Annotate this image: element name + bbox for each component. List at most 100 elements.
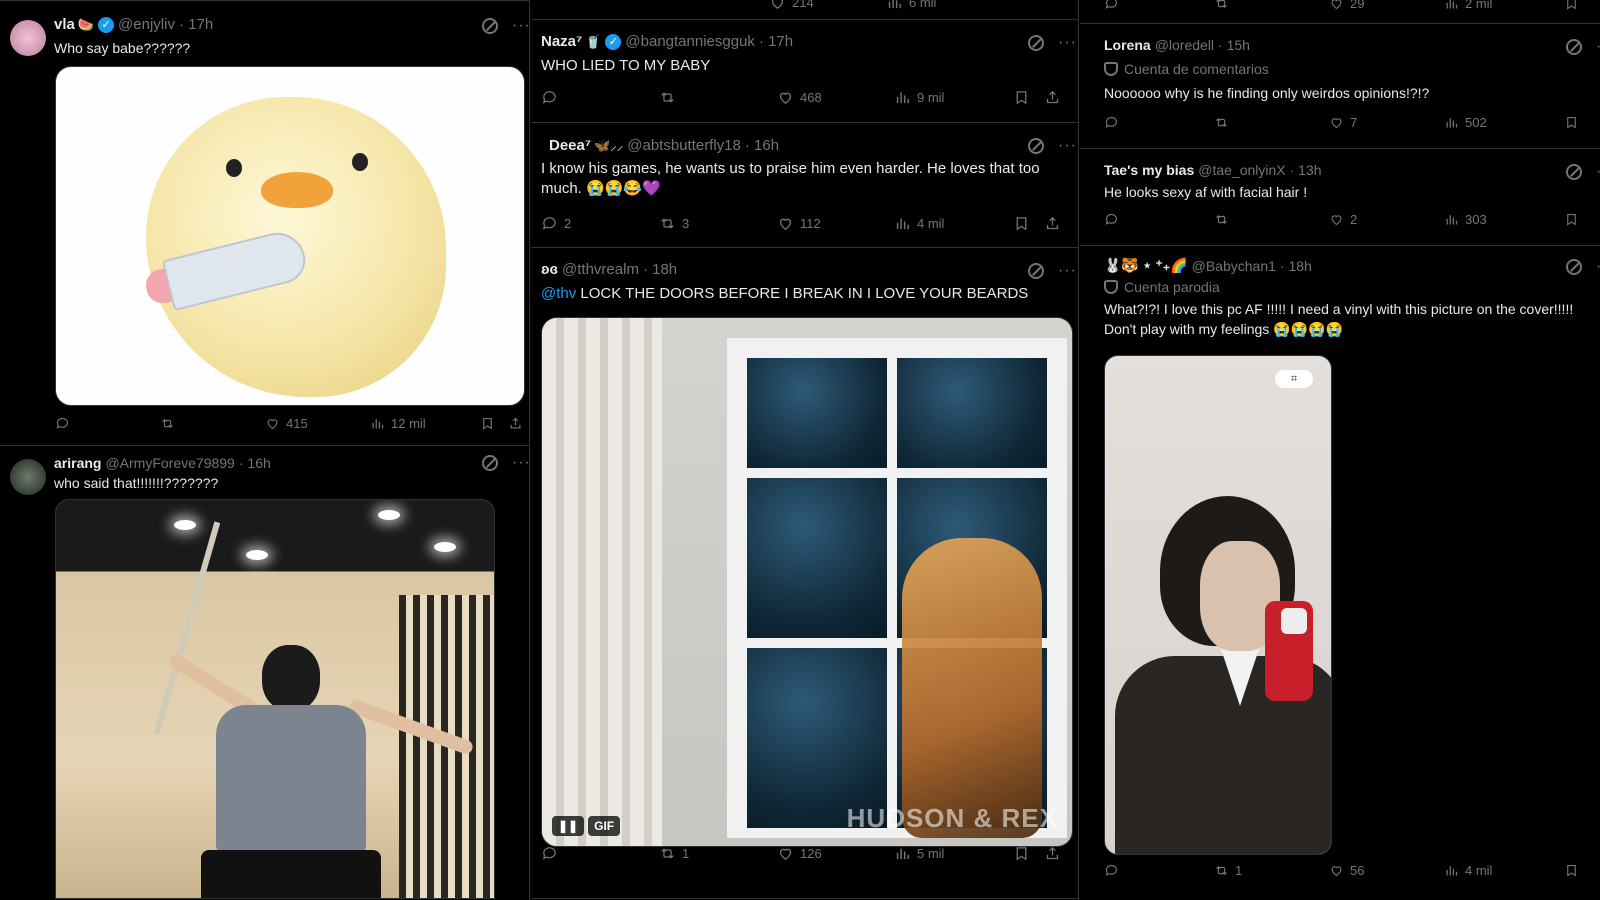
- grok-icon[interactable]: [1566, 259, 1582, 275]
- like-button[interactable]: 468: [777, 89, 822, 106]
- tweet[interactable]: arirang @ArmyForeve79899 · 16h ··· who s…: [0, 447, 529, 900]
- timestamp[interactable]: · 18h: [643, 261, 677, 278]
- display-name[interactable]: Tae's my bias: [1104, 162, 1194, 178]
- handle[interactable]: @tae_onlyinX: [1198, 162, 1285, 178]
- repost-button[interactable]: [1214, 0, 1235, 11]
- reply-button[interactable]: [1104, 212, 1125, 227]
- more-icon[interactable]: ·: [1596, 164, 1600, 180]
- like-button[interactable]: 7: [1329, 115, 1357, 130]
- tweet[interactable]: Deea⁷ 🦋⸝⸝ @abtsbutterfly18 · 16h ··· I k…: [531, 124, 1078, 248]
- more-icon[interactable]: ···: [1058, 35, 1077, 51]
- more-icon[interactable]: ···: [512, 18, 529, 34]
- views-button[interactable]: 6 mil: [886, 0, 936, 11]
- repost-button[interactable]: 1: [1214, 863, 1242, 878]
- reply-button[interactable]: [541, 845, 564, 862]
- display-name[interactable]: ʚɞ: [541, 261, 558, 278]
- more-icon[interactable]: ···: [512, 455, 529, 471]
- repost-button[interactable]: 3: [659, 215, 689, 232]
- like-button[interactable]: 415: [265, 416, 308, 431]
- mention-link[interactable]: @thv: [541, 285, 576, 302]
- avatar[interactable]: [10, 459, 46, 495]
- grok-icon[interactable]: [1566, 164, 1582, 180]
- bookmark-button[interactable]: [1564, 212, 1585, 227]
- tweet-partial[interactable]: 29 2 mil: [1080, 0, 1600, 24]
- like-button[interactable]: 112: [777, 215, 821, 232]
- bookmark-button[interactable]: [1013, 89, 1036, 106]
- display-name[interactable]: vla: [54, 16, 75, 33]
- grok-icon[interactable]: [1028, 138, 1044, 154]
- reply-button[interactable]: [1104, 115, 1125, 130]
- like-button[interactable]: 29: [1329, 0, 1364, 11]
- bookmark-button[interactable]: [1564, 863, 1585, 878]
- crop-icon[interactable]: ⌗: [1275, 370, 1313, 388]
- views-button[interactable]: 4 mil: [1444, 863, 1492, 878]
- share-button[interactable]: [1044, 845, 1067, 862]
- views-button[interactable]: 4 mil: [894, 215, 944, 232]
- handle[interactable]: @loredell: [1155, 37, 1214, 53]
- tweet-image[interactable]: [55, 66, 525, 406]
- display-name[interactable]: Naza⁷: [541, 33, 582, 50]
- like-button[interactable]: 126: [777, 845, 822, 862]
- timestamp[interactable]: · 13h: [1290, 162, 1322, 178]
- handle[interactable]: @Babychan1: [1192, 258, 1276, 274]
- display-name[interactable]: Lorena: [1104, 37, 1151, 53]
- share-button[interactable]: [1044, 215, 1067, 232]
- handle[interactable]: @abtsbutterfly18: [627, 137, 741, 154]
- timestamp[interactable]: · 16h: [745, 137, 779, 154]
- tweet[interactable]: 🐰🐯 ⋆ ⁺₊🌈 @Babychan1 · 18h · Cuenta parod…: [1080, 247, 1600, 900]
- views-button[interactable]: 502: [1444, 115, 1487, 130]
- views-button[interactable]: 9 mil: [894, 89, 944, 106]
- bookmark-button[interactable]: [1564, 115, 1585, 130]
- timestamp[interactable]: · 18h: [1280, 258, 1312, 274]
- reply-button[interactable]: [1104, 863, 1125, 878]
- handle[interactable]: @ArmyForeve79899: [105, 455, 234, 471]
- reply-button[interactable]: [1104, 0, 1125, 11]
- bookmark-button[interactable]: [1564, 0, 1585, 11]
- like-button[interactable]: 56: [1329, 863, 1364, 878]
- handle[interactable]: @bangtanniesgguk: [625, 33, 755, 50]
- repost-button[interactable]: [160, 416, 181, 431]
- like-button[interactable]: 214: [769, 0, 814, 11]
- grok-icon[interactable]: [1028, 263, 1044, 279]
- repost-button[interactable]: [1214, 115, 1235, 130]
- timestamp[interactable]: · 17h: [179, 16, 213, 33]
- tweet[interactable]: Tae's my bias @tae_onlyinX · 13h · He lo…: [1080, 150, 1600, 246]
- grok-icon[interactable]: [482, 18, 498, 34]
- views-button[interactable]: 12 mil: [370, 416, 426, 431]
- share-button[interactable]: [1044, 89, 1067, 106]
- more-icon[interactable]: ·: [1596, 259, 1600, 275]
- repost-button[interactable]: [659, 89, 682, 106]
- bookmark-button[interactable]: [480, 416, 501, 431]
- display-name[interactable]: 🐰🐯 ⋆ ⁺₊🌈: [1104, 257, 1188, 274]
- timestamp[interactable]: · 15h: [1218, 37, 1250, 53]
- timestamp[interactable]: · 17h: [759, 33, 793, 50]
- like-button[interactable]: 2: [1329, 212, 1357, 227]
- reply-button[interactable]: [541, 89, 564, 106]
- share-button[interactable]: [508, 416, 529, 431]
- tweet-image[interactable]: [55, 499, 495, 899]
- avatar[interactable]: [10, 20, 46, 56]
- tweet[interactable]: ʚɞ @tthvrealm · 18h ··· @thv LOCK THE DO…: [531, 249, 1078, 899]
- grok-icon[interactable]: [1028, 35, 1044, 51]
- bookmark-button[interactable]: [1013, 215, 1036, 232]
- handle[interactable]: @enjyliv: [118, 16, 175, 33]
- reply-button[interactable]: 2: [541, 215, 571, 232]
- views-button[interactable]: 2 mil: [1444, 0, 1492, 11]
- grok-icon[interactable]: [1566, 39, 1582, 55]
- more-icon[interactable]: ···: [1058, 138, 1077, 154]
- grok-icon[interactable]: [482, 455, 498, 471]
- handle[interactable]: @tthvrealm: [562, 261, 639, 278]
- timestamp[interactable]: · 16h: [239, 455, 271, 471]
- repost-button[interactable]: [1214, 212, 1235, 227]
- display-name[interactable]: arirang: [54, 455, 101, 471]
- tweet[interactable]: vla 🍉 ✓ @enjyliv · 17h ··· Who say babe?…: [0, 6, 529, 446]
- tweet-partial[interactable]: 214 6 mil: [531, 0, 1078, 20]
- views-button[interactable]: 5 mil: [894, 845, 944, 862]
- pause-icon[interactable]: ❚❚: [552, 816, 585, 836]
- tweet[interactable]: Lorena @loredell · 15h · Cuenta de comen…: [1080, 25, 1600, 149]
- repost-button[interactable]: 1: [659, 845, 689, 862]
- tweet-gif[interactable]: HUDSON & REX ❚❚ GIF: [541, 317, 1073, 847]
- tweet-image[interactable]: ⌗: [1104, 355, 1332, 855]
- bookmark-button[interactable]: [1013, 845, 1036, 862]
- more-icon[interactable]: ·: [1596, 39, 1600, 55]
